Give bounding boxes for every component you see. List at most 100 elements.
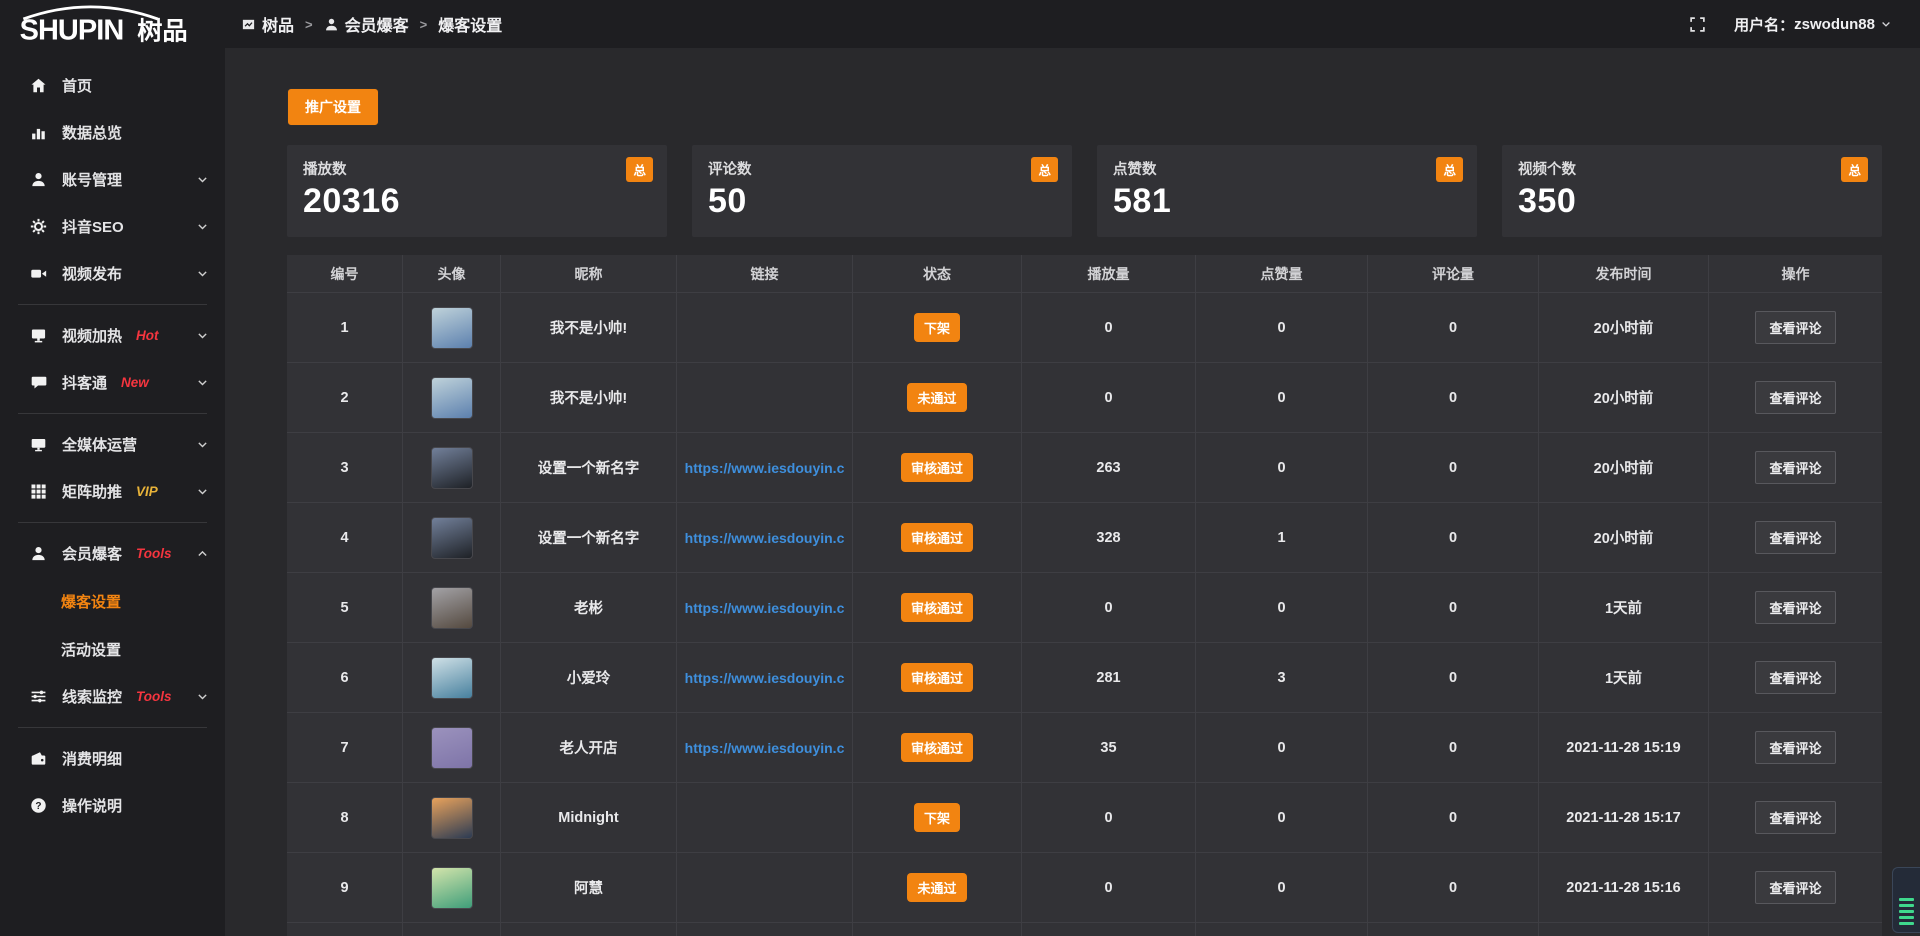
sidebar-subitem-baoke-settings[interactable]: 爆客设置 bbox=[0, 577, 225, 625]
column-header: 昵称 bbox=[501, 255, 677, 293]
table-header: 编号头像昵称链接状态播放量点赞量评论量发布时间操作 bbox=[287, 255, 1882, 293]
sidebar-item-label: 全媒体运营 bbox=[62, 434, 137, 455]
nickname: 设置一个新名字 bbox=[538, 457, 640, 478]
user-icon bbox=[30, 171, 47, 188]
member-icon bbox=[324, 17, 339, 32]
chevron-down-icon bbox=[196, 173, 209, 186]
chevron-down-icon bbox=[196, 376, 209, 389]
cell-time: 1天前 bbox=[1539, 573, 1709, 643]
nickname: 阿慧 bbox=[574, 877, 603, 898]
cell-link bbox=[677, 783, 853, 853]
stat-card: 评论数50总 bbox=[692, 145, 1072, 237]
video-link[interactable]: https://www.iesdouyin.c bbox=[679, 740, 851, 756]
sidebar-item-clue-monitor[interactable]: 线索监控Tools bbox=[0, 673, 225, 720]
cell-id: 1 bbox=[287, 293, 403, 363]
cell-status: 审核通过 bbox=[853, 433, 1022, 503]
floating-widget[interactable] bbox=[1892, 867, 1920, 933]
fullscreen-icon[interactable] bbox=[1689, 16, 1706, 33]
sidebar-item-media-operation[interactable]: 全媒体运营 bbox=[0, 421, 225, 468]
sidebar-item-tag: Hot bbox=[136, 328, 159, 343]
sidebar-item-label: 矩阵助推 bbox=[62, 481, 122, 502]
chevron-down-icon bbox=[196, 485, 209, 498]
widget-stripe bbox=[1899, 922, 1914, 925]
breadcrumb-shupin[interactable]: 树品 bbox=[241, 12, 294, 36]
sidebar-subitem-activity-settings[interactable]: 活动设置 bbox=[0, 625, 225, 673]
sidebar-menu: 首页数据总览账号管理抖音SEO 视频发布视频加热Hot抖客通New 全媒体运营矩阵助… bbox=[0, 62, 225, 829]
cell-comments: 0 bbox=[1368, 643, 1539, 713]
sidebar-item-label: 数据总览 bbox=[62, 122, 122, 143]
breadcrumb-member-baoke[interactable]: 会员爆客 bbox=[324, 12, 409, 36]
table-row: 3设置一个新名字https://www.iesdouyin.c审核通过26300… bbox=[287, 433, 1882, 503]
view-comments-button[interactable]: 查看评论 bbox=[1755, 871, 1835, 904]
sidebar-item-operation-guide[interactable]: ?操作说明 bbox=[0, 782, 225, 829]
view-comments-button[interactable]: 查看评论 bbox=[1755, 381, 1835, 414]
breadcrumb-label: 树品 bbox=[262, 12, 294, 36]
cell-id: 9 bbox=[287, 853, 403, 923]
cell-comments: 0 bbox=[1368, 573, 1539, 643]
cell-nickname: 小爱玲 bbox=[501, 643, 677, 713]
cell-link bbox=[677, 293, 853, 363]
cell-nickname: 老彬 bbox=[501, 573, 677, 643]
video-link[interactable]: https://www.iesdouyin.c bbox=[679, 600, 851, 616]
sidebar-item-douyin-seo[interactable]: 抖音SEO bbox=[0, 203, 225, 250]
cell-nickname: 设置一个新名字 bbox=[501, 503, 677, 573]
video-link[interactable]: https://www.iesdouyin.c bbox=[679, 670, 851, 686]
status-badge: 下架 bbox=[914, 803, 960, 832]
cell-comments: 0 bbox=[1368, 363, 1539, 433]
cell-actions: 查看评论 bbox=[1709, 293, 1882, 363]
video-link[interactable]: https://www.iesdouyin.c bbox=[679, 530, 851, 546]
sidebar-item-matrix-boost[interactable]: 矩阵助推VIP bbox=[0, 468, 225, 515]
username: zswodun88 bbox=[1794, 16, 1875, 33]
breadcrumb-baoke-settings[interactable]: 爆客设置 bbox=[438, 12, 502, 36]
sidebar-subitem-label: 爆客设置 bbox=[61, 591, 121, 612]
cell-plays: 0 bbox=[1022, 573, 1196, 643]
view-comments-button[interactable]: 查看评论 bbox=[1755, 451, 1835, 484]
view-comments-button[interactable]: 查看评论 bbox=[1755, 661, 1835, 694]
avatar bbox=[431, 307, 473, 349]
cell-status: 审核通过 bbox=[853, 643, 1022, 713]
sidebar-subitem-label: 活动设置 bbox=[61, 639, 121, 660]
menu-divider bbox=[18, 304, 207, 305]
cell-plays: 0 bbox=[1022, 783, 1196, 853]
topbar-right: 用户名：zswodun88 bbox=[1689, 14, 1892, 35]
sidebar-item-douketong[interactable]: 抖客通New bbox=[0, 359, 225, 406]
stat-label: 播放数 bbox=[303, 158, 651, 179]
member-icon bbox=[30, 545, 47, 562]
cell-likes: 3 bbox=[1196, 643, 1368, 713]
view-comments-button[interactable]: 查看评论 bbox=[1755, 731, 1835, 764]
cell-id: 7 bbox=[287, 713, 403, 783]
view-comments-button[interactable]: 查看评论 bbox=[1755, 801, 1835, 834]
user-menu[interactable]: 用户名：zswodun88 bbox=[1734, 14, 1892, 35]
cell-time: 1天前 bbox=[1539, 643, 1709, 713]
sidebar-item-member-baoke[interactable]: 会员爆客Tools bbox=[0, 530, 225, 577]
cell-id: 5 bbox=[287, 573, 403, 643]
avatar bbox=[431, 797, 473, 839]
nickname: Midnight bbox=[558, 810, 618, 826]
app-icon bbox=[241, 17, 256, 32]
sidebar-item-label: 视频发布 bbox=[62, 263, 122, 284]
cell-likes: 0 bbox=[1196, 433, 1368, 503]
sidebar-item-data-overview[interactable]: 数据总览 bbox=[0, 109, 225, 156]
video-link[interactable]: https://www.iesdouyin.c bbox=[679, 460, 851, 476]
sidebar-item-video-heating[interactable]: 视频加热Hot bbox=[0, 312, 225, 359]
sidebar-item-account-management[interactable]: 账号管理 bbox=[0, 156, 225, 203]
cell-avatar bbox=[403, 503, 501, 573]
view-comments-button[interactable]: 查看评论 bbox=[1755, 521, 1835, 554]
sidebar-item-consumption-detail[interactable]: 消费明细 bbox=[0, 735, 225, 782]
home-icon bbox=[30, 77, 47, 94]
stat-card: 视频个数350总 bbox=[1502, 145, 1882, 237]
widget-stripe bbox=[1899, 910, 1914, 913]
sidebar-item-video-publish[interactable]: 视频发布 bbox=[0, 250, 225, 297]
logo-text-cn: 树品 bbox=[137, 18, 187, 46]
username-prefix: 用户名： bbox=[1734, 14, 1794, 35]
cell-actions: 查看评论 bbox=[1709, 643, 1882, 713]
view-comments-button[interactable]: 查看评论 bbox=[1755, 591, 1835, 624]
cell-link: https://www.iesdouyin.c bbox=[677, 433, 853, 503]
chevron-up-icon bbox=[196, 547, 209, 560]
promo-settings-button[interactable]: 推广设置 bbox=[287, 88, 379, 126]
table-row: 6小爱玲https://www.iesdouyin.c审核通过281301天前查… bbox=[287, 643, 1882, 713]
cell-time: 2021-11-28 15:17 bbox=[1539, 783, 1709, 853]
view-comments-button[interactable]: 查看评论 bbox=[1755, 311, 1835, 344]
sidebar-item-home[interactable]: 首页 bbox=[0, 62, 225, 109]
table-row: 8Midnight下架0002021-11-28 15:17查看评论 bbox=[287, 783, 1882, 853]
